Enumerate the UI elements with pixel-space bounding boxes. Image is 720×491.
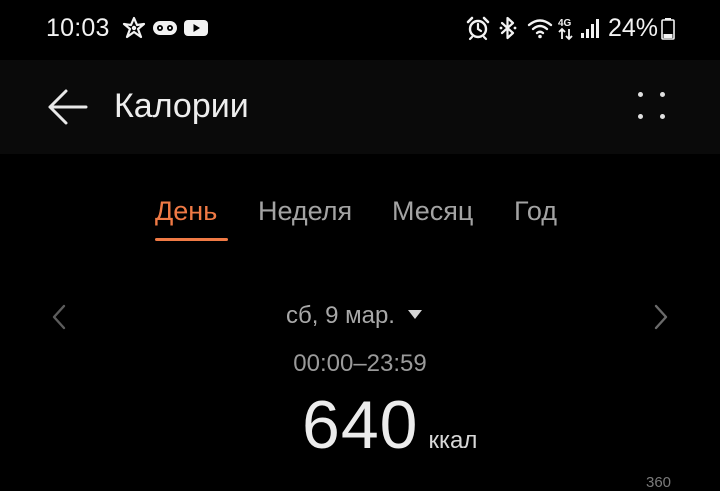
previous-date-button[interactable] <box>42 298 76 336</box>
back-button[interactable] <box>40 82 94 132</box>
tab-year[interactable]: Год <box>514 196 557 227</box>
calories-unit: ккал <box>428 427 478 454</box>
next-date-button[interactable] <box>644 298 678 336</box>
page-title: Калории <box>114 87 249 125</box>
arrow-left-icon <box>48 89 88 125</box>
app-bar: Калории <box>0 60 720 154</box>
time-range: 00:00–23:59 <box>293 350 427 377</box>
signal-icon <box>581 19 599 38</box>
bluetooth-icon <box>499 16 517 40</box>
date-label: сб, 9 мар. <box>286 302 395 329</box>
more-dots-icon <box>626 82 676 132</box>
calories-value: 640 <box>302 387 419 463</box>
youtube-icon <box>184 20 208 36</box>
more-options-button[interactable] <box>626 82 676 132</box>
pinwheel-notification-icon <box>122 16 146 39</box>
status-time: 10:03 <box>46 14 110 42</box>
svg-text:4G: 4G <box>558 18 572 29</box>
4g-data-icon: 4G <box>558 18 573 41</box>
alarm-icon <box>466 16 490 41</box>
date-selector[interactable]: сб, 9 мар. <box>286 302 422 334</box>
battery-icon <box>661 18 675 40</box>
wifi-icon <box>527 19 553 39</box>
battery-percent: 24% <box>608 14 659 42</box>
chart-axis-tick: 360 <box>646 474 672 491</box>
active-tab-indicator <box>155 238 228 241</box>
chevron-right-icon <box>654 304 668 330</box>
caret-down-icon <box>407 310 422 319</box>
status-bar: 10:03 4G 24% <box>0 0 720 56</box>
chevron-left-icon <box>52 304 66 330</box>
calories-summary: 640 ккал <box>302 386 477 464</box>
period-tabs: День Неделя Месяц Год <box>0 190 720 250</box>
tab-week[interactable]: Неделя <box>258 196 352 227</box>
tab-month[interactable]: Месяц <box>392 196 473 227</box>
tab-day[interactable]: День <box>155 196 217 227</box>
game-controller-icon <box>153 21 177 35</box>
